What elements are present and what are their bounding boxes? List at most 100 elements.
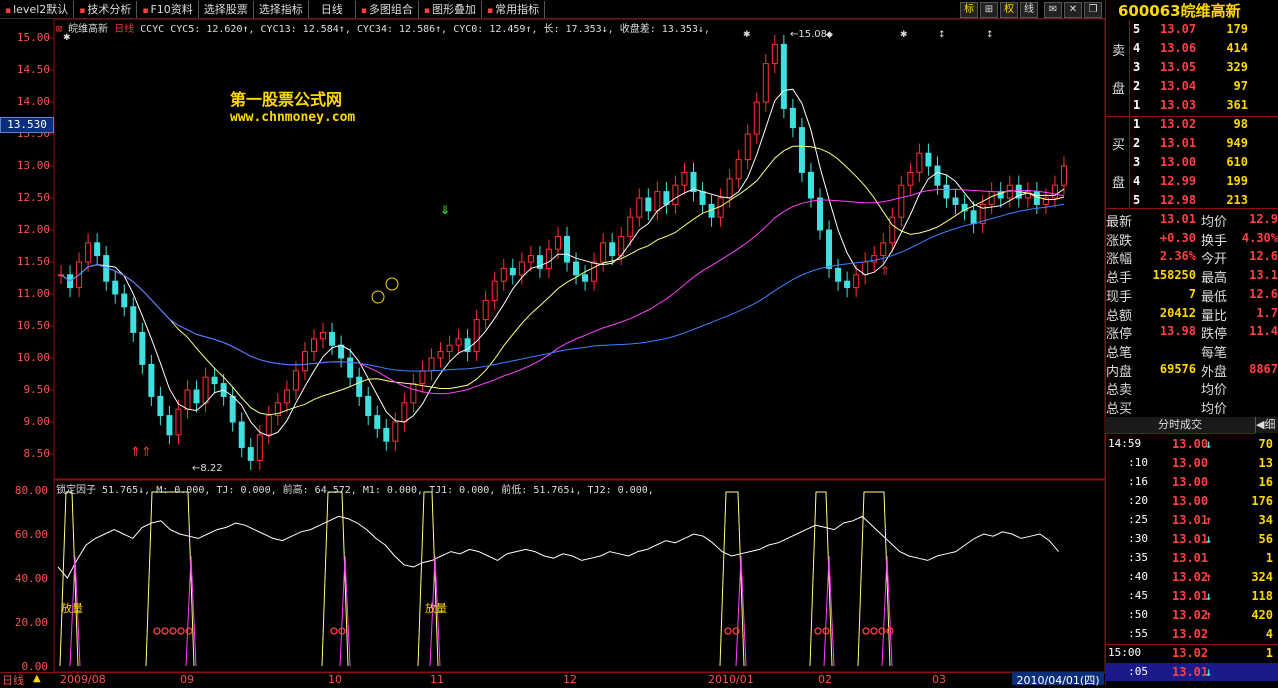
arrow-marker-icon: ↕ (986, 30, 994, 40)
candle (798, 127, 805, 173)
price-tick-label: 15.00 (16, 31, 50, 44)
candle (455, 338, 462, 346)
bid-volume: 213 (1226, 193, 1248, 207)
tick-time: :10 (1128, 456, 1148, 469)
mark-icon[interactable]: 标 (960, 2, 978, 18)
bid-volume: 98 (1233, 117, 1248, 131)
current-date: 2010/04/01(四) (1012, 672, 1104, 687)
ticks-detail-tab[interactable]: ◀细 (1255, 417, 1278, 433)
candle (970, 210, 977, 225)
candle (437, 351, 444, 359)
price-tick-label: 14.50 (16, 63, 50, 76)
candle (247, 447, 254, 461)
tick-volume: 13 (1258, 456, 1273, 470)
candle (320, 331, 327, 340)
y-axis: 15.00 14.50 14.00 13.50 13.00 12.50 12.00 11.50… (0, 0, 54, 685)
grid-icon[interactable]: ⊞ (980, 2, 998, 18)
stat-value: 12.6 (1249, 286, 1278, 301)
candle (482, 299, 489, 321)
watermark-url: www.chnmoney.com (230, 110, 356, 125)
tick-price: 13.02 (1172, 608, 1209, 622)
candle (663, 191, 670, 205)
candle (157, 395, 164, 417)
stock-name: 皖维高新 (68, 24, 109, 35)
candle (699, 191, 706, 205)
ask-label: 卖 (1112, 44, 1126, 59)
tick-volume: 1 (1265, 646, 1273, 660)
scroll-up-icon[interactable]: ▲ (33, 673, 41, 684)
stat-value: 7 (1188, 286, 1196, 301)
ask-label: 盘 (1112, 82, 1126, 97)
ticks-tab[interactable]: 分时成交 (1105, 417, 1255, 434)
candle (826, 229, 833, 269)
candle (835, 267, 842, 282)
bid-volume: 610 (1226, 155, 1248, 169)
stat-label: 换手 (1201, 233, 1228, 249)
candle (573, 261, 580, 276)
candle (193, 389, 200, 404)
candle (175, 408, 182, 436)
tick-time: :50 (1128, 608, 1148, 621)
tick-direction-icon: ↑ (1205, 608, 1213, 622)
candle (121, 293, 128, 308)
kline-chart[interactable]: ⇑⇑ ⇑ ⇓ ✱ ✱ ◆ ✱ ↕ ↕ (0, 0, 1105, 685)
candle (410, 383, 417, 404)
candle (564, 235, 570, 263)
candle (871, 255, 878, 263)
restore-icon[interactable]: ❐ (1084, 2, 1102, 18)
close-icon[interactable]: ✕ (1064, 2, 1082, 18)
buy-arrow-icon: ⇑⇑ (130, 445, 152, 460)
price-tick-label: 12.50 (16, 191, 50, 204)
tick-direction-icon: ↓ (1205, 437, 1213, 451)
candle (789, 107, 796, 129)
stat-label: 每笔 (1201, 345, 1228, 361)
stat-value: 20412 (1159, 305, 1196, 320)
tick-time: :20 (1128, 494, 1148, 507)
tick-price: 13.01 (1172, 551, 1209, 565)
bid-price: 13.01 (1160, 136, 1197, 150)
period-button[interactable]: 日线 (2, 672, 24, 688)
candle (582, 274, 589, 282)
candle (817, 197, 823, 231)
stat-label: 总卖 (1106, 383, 1133, 399)
stat-label: 总笔 (1106, 345, 1133, 361)
tick-volume: 420 (1251, 608, 1273, 622)
bid-volume: 199 (1226, 174, 1248, 188)
price-tick-label: 12.00 (16, 223, 50, 236)
tick-volume: 34 (1258, 513, 1273, 527)
candle (392, 421, 399, 442)
candle (844, 280, 851, 289)
stat-value: 4.30% (1241, 230, 1278, 245)
line-icon[interactable]: 线 (1020, 2, 1038, 18)
candle (672, 184, 679, 205)
candle (636, 197, 643, 218)
candle (645, 197, 652, 212)
indicator-pane (53, 479, 1105, 673)
stat-value: 1.7 (1256, 305, 1278, 320)
stat-label: 今开 (1201, 252, 1228, 268)
stat-label: 最新 (1106, 215, 1133, 230)
stat-label: 最高 (1201, 271, 1228, 287)
tick-volume: 56 (1258, 532, 1273, 546)
tab-label: 细 (1264, 418, 1276, 431)
candle (807, 171, 814, 199)
candle (419, 370, 426, 385)
rights-icon[interactable]: 权 (1000, 2, 1018, 18)
close-icon[interactable]: ⊠ (56, 24, 62, 35)
stat-value: 13.98 (1159, 324, 1196, 339)
tick-direction-icon: ↑ (1205, 570, 1213, 584)
tick-direction-icon: ↓ (1205, 589, 1213, 603)
ask-volume: 179 (1226, 22, 1248, 36)
stat-value: +0.30 (1159, 230, 1196, 245)
mail-icon[interactable]: ✉ (1044, 2, 1062, 18)
indicator-tick-label: 40.00 (14, 572, 48, 585)
bid-level: 5 (1133, 193, 1141, 207)
bid-price: 12.98 (1160, 193, 1197, 207)
price-tick-label: 8.50 (23, 447, 51, 460)
tick-time: 15:00 (1108, 646, 1142, 659)
tick-price: 13.00 (1172, 456, 1209, 470)
ask-volume: 361 (1226, 98, 1248, 112)
tick-time: :05 (1128, 665, 1148, 678)
date-tick-label: 12 (563, 673, 577, 686)
volume-surge-label: 放量 (425, 602, 447, 615)
